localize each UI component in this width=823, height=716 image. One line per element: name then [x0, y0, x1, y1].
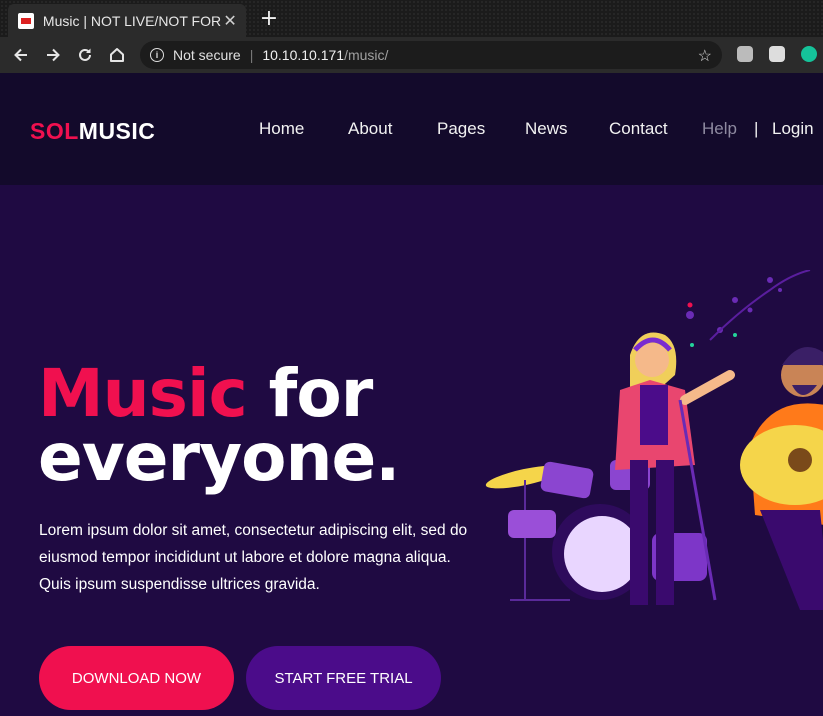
hero-section: Music for everyone. Lorem ipsum dolor si… [0, 185, 823, 716]
grammarly-extension-icon[interactable] [801, 46, 817, 62]
singer-figure [615, 332, 735, 605]
home-icon[interactable] [106, 44, 128, 66]
logo-sol: SOL [30, 118, 79, 144]
url-host: 10.10.10.171 [262, 47, 345, 63]
url-path: /music/ [344, 47, 389, 63]
headline-part-2: everyone. [38, 419, 400, 496]
reload-icon[interactable] [74, 44, 96, 66]
download-now-button[interactable]: DOWNLOAD NOW [39, 646, 234, 710]
nav-login[interactable]: Login [772, 119, 814, 139]
address-bar[interactable]: i Not secure | 10.10.10.171/music/ ☆ [140, 41, 722, 69]
logo-music: MUSIC [78, 118, 156, 144]
forward-arrow-icon[interactable] [42, 44, 64, 66]
hero-headline: Music for everyone. [38, 361, 400, 491]
start-free-trial-button[interactable]: START FREE TRIAL [246, 646, 441, 710]
tab-close-icon[interactable]: ✕ [222, 11, 238, 30]
nav-help[interactable]: Help [702, 119, 737, 139]
nav-pages[interactable]: Pages [437, 119, 485, 139]
star-icon[interactable]: ☆ [698, 46, 712, 66]
music-notes-decoration [686, 270, 811, 347]
info-icon[interactable]: i [150, 48, 164, 62]
site-logo[interactable]: SOLMUSIC [30, 118, 155, 145]
chat-extension-icon[interactable] [737, 46, 753, 62]
nav-contact[interactable]: Contact [609, 119, 668, 139]
tab-title: Music | NOT LIVE/NOT FOR PRODUCTION USE [42, 12, 222, 29]
nav-news[interactable]: News [525, 119, 568, 139]
site-favicon-icon [18, 12, 34, 29]
security-label: Not secure [173, 47, 241, 63]
musicians-illustration [485, 270, 823, 610]
mask-extension-icon[interactable] [769, 46, 785, 62]
guitarist-figure [740, 347, 823, 610]
browser-toolbar: i Not secure | 10.10.10.171/music/ ☆ [0, 37, 823, 73]
nav-divider: | [754, 119, 759, 138]
site-header: SOLMUSIC Home About Pages News Contact H… [0, 73, 823, 185]
new-tab-button[interactable]: + [258, 6, 280, 31]
browser-tab[interactable]: Music | NOT LIVE/NOT FOR PRODUCTION USE … [8, 4, 246, 37]
address-divider: | [249, 47, 254, 63]
back-arrow-icon[interactable] [10, 44, 32, 66]
hero-paragraph: Lorem ipsum dolor sit amet, consectetur … [39, 522, 468, 593]
nav-home[interactable]: Home [259, 119, 304, 139]
nav-about[interactable]: About [348, 119, 392, 139]
browser-tab-bar: Music | NOT LIVE/NOT FOR PRODUCTION USE … [0, 0, 823, 37]
